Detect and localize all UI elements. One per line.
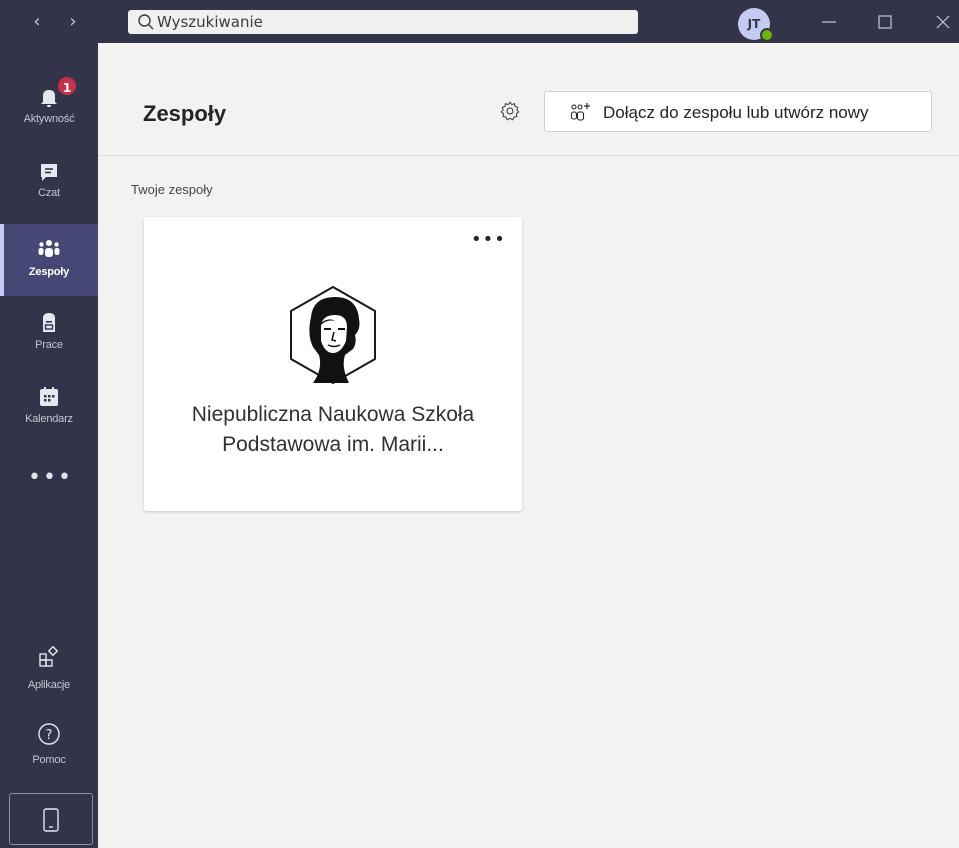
avatar-initials: JT	[747, 17, 761, 31]
search-placeholder: Wyszukiwanie	[157, 13, 263, 31]
apps-icon	[39, 645, 59, 667]
back-arrow-icon[interactable]: ‹	[28, 12, 46, 32]
page-header: Zespoły Dołącz do zespołu lub utwórz now…	[98, 43, 959, 156]
rail-item-label: Czat	[38, 187, 60, 199]
gear-icon[interactable]	[499, 100, 521, 122]
team-logo	[290, 285, 376, 385]
rail-item-teams[interactable]: Zespoły	[0, 224, 98, 296]
page-title: Zespoły	[143, 101, 227, 126]
rail-item-apps[interactable]: Aplikacje	[0, 639, 98, 711]
calendar-icon	[40, 387, 58, 406]
history-nav: ‹ ›	[0, 0, 110, 43]
app-rail: 1 Aktywność Czat Zespoły Prace Kalendarz…	[0, 43, 98, 848]
rail-item-calendar[interactable]: Kalendarz	[0, 377, 98, 449]
search-input[interactable]: Wyszukiwanie	[128, 10, 638, 34]
teams-icon	[38, 240, 60, 257]
join-button-label: Dołącz do zespołu lub utwórz nowy	[603, 103, 869, 122]
team-card[interactable]: ••• Niepubliczna Naukowa Szkoła Podstawo…	[144, 217, 522, 511]
close-icon[interactable]	[931, 10, 955, 34]
help-icon: ?	[38, 723, 60, 745]
chat-icon	[41, 164, 57, 181]
rail-item-label: Zespoły	[28, 266, 70, 278]
search-icon	[138, 14, 154, 30]
team-name: Niepubliczna Naukowa Szkoła Podstawowa i…	[191, 403, 475, 456]
rail-item-assignments[interactable]: Prace	[0, 303, 98, 375]
avatar[interactable]: JT	[738, 8, 774, 42]
assignments-icon	[43, 313, 55, 332]
more-apps-button[interactable]: •••	[28, 467, 71, 494]
rail-item-activity[interactable]: 1 Aktywność	[0, 75, 98, 149]
join-or-create-team-button[interactable]: Dołącz do zespołu lub utwórz nowy	[544, 91, 932, 132]
add-team-icon	[570, 103, 590, 121]
active-indicator	[0, 224, 4, 296]
maximize-icon[interactable]	[873, 10, 897, 34]
title-bar: ‹ › Wyszukiwanie JT	[0, 0, 959, 43]
mobile-app-button[interactable]	[9, 793, 93, 845]
rail-item-help[interactable]: ? Pomoc	[0, 716, 98, 788]
phone-icon	[43, 808, 59, 832]
minimize-icon[interactable]	[817, 10, 841, 34]
section-label: Twoje zespoły	[131, 182, 213, 197]
rail-item-label: Kalendarz	[25, 413, 73, 425]
rail-item-label: Pomoc	[32, 754, 66, 766]
forward-arrow-icon[interactable]: ›	[64, 12, 82, 32]
rail-item-label: Aplikacje	[27, 679, 71, 691]
rail-item-label: Prace	[35, 339, 63, 351]
team-more-options-button[interactable]: •••	[471, 231, 505, 255]
status-available-icon	[760, 28, 774, 42]
activity-badge: 1	[56, 75, 78, 97]
rail-item-label: Aktywność	[23, 113, 75, 125]
svg-text:?: ?	[46, 728, 53, 743]
rail-item-chat[interactable]: Czat	[0, 151, 98, 223]
